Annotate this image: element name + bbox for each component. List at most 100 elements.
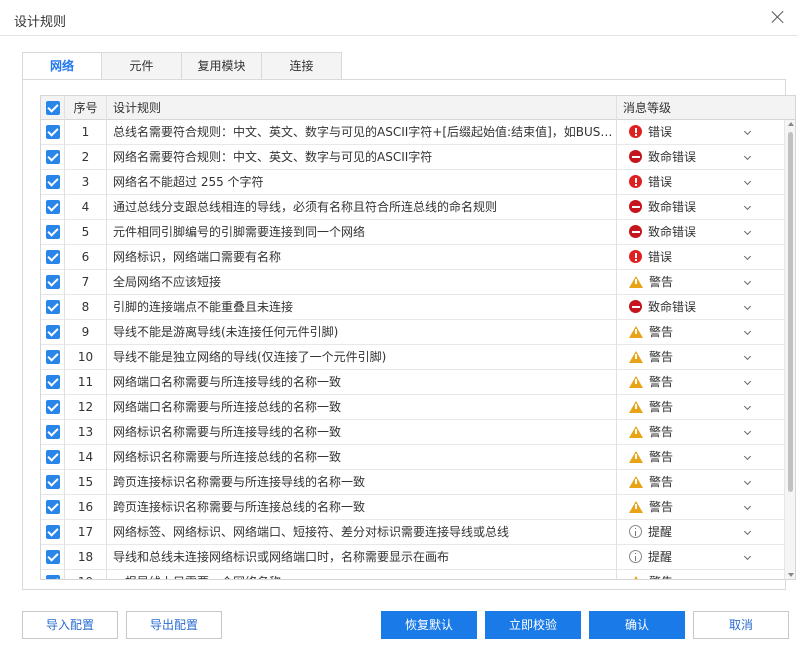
level-select[interactable]: 错误 <box>617 120 761 145</box>
warning-icon <box>629 575 643 579</box>
tab-connection[interactable]: 连接 <box>262 52 342 80</box>
table-row[interactable]: 8 引脚的连接端点不能重叠且未连接 致命错误 <box>41 295 795 320</box>
level-select[interactable]: 警告 <box>617 270 761 295</box>
chevron-down-icon[interactable] <box>743 170 753 195</box>
select-all-checkbox[interactable] <box>45 100 60 115</box>
row-checkbox[interactable] <box>45 249 60 264</box>
row-rule: 导线不能是独立网络的导线(仅连接了一个元件引脚) <box>107 345 617 370</box>
level-select[interactable]: 致命错误 <box>617 145 761 170</box>
scroll-down-icon[interactable] <box>788 573 794 577</box>
level-select[interactable]: 警告 <box>617 495 761 520</box>
chevron-down-icon[interactable] <box>743 520 753 545</box>
table-row[interactable]: 13 网络标识名称需要与所连接导线的名称一致 警告 <box>41 420 795 445</box>
table-row[interactable]: 17 网络标签、网络标识、网络端口、短接符、差分对标识需要连接导线或总线 提醒 <box>41 520 795 545</box>
level-select[interactable]: 警告 <box>617 320 761 345</box>
tab-reuse-module[interactable]: 复用模块 <box>182 52 262 80</box>
row-checkbox[interactable] <box>45 274 60 289</box>
chevron-down-icon[interactable] <box>743 245 753 270</box>
row-checkbox[interactable] <box>45 474 60 489</box>
chevron-down-icon[interactable] <box>743 195 753 220</box>
chevron-down-icon[interactable] <box>743 545 753 570</box>
row-rule: 网络标识名称需要与所连接导线的名称一致 <box>107 420 617 445</box>
table-row[interactable]: 7 全局网络不应该短接 警告 <box>41 270 795 295</box>
table-row[interactable]: 2 网络名需要符合规则：中文、英文、数字与可见的ASCII字符 致命错误 <box>41 145 795 170</box>
table-row[interactable]: 14 网络标识名称需要与所连接总线的名称一致 警告 <box>41 445 795 470</box>
row-checkbox[interactable] <box>45 399 60 414</box>
vertical-scrollbar[interactable] <box>784 120 795 579</box>
chevron-down-icon[interactable] <box>743 570 753 579</box>
table-row[interactable]: 10 导线不能是独立网络的导线(仅连接了一个元件引脚) 警告 <box>41 345 795 370</box>
chevron-down-icon[interactable] <box>743 320 753 345</box>
row-checkbox[interactable] <box>45 549 60 564</box>
chevron-down-icon[interactable] <box>743 395 753 420</box>
chevron-down-icon[interactable] <box>743 345 753 370</box>
table-row[interactable]: 18 导线和总线未连接网络标识或网络端口时，名称需要显示在画布 提醒 <box>41 545 795 570</box>
chevron-down-icon[interactable] <box>743 295 753 320</box>
design-rules-dialog: 设计规则 网络 元件 复用模块 连接 序号 设计规则 消息等级 1 总线名需要符合… <box>0 0 798 653</box>
level-select[interactable]: 警告 <box>617 420 761 445</box>
level-select[interactable]: 致命错误 <box>617 295 761 320</box>
tab-component[interactable]: 元件 <box>102 52 182 80</box>
level-select[interactable]: 提醒 <box>617 520 761 545</box>
scroll-thumb[interactable] <box>788 132 793 492</box>
table-row[interactable]: 5 元件相同引脚编号的引脚需要连接到同一个网络 致命错误 <box>41 220 795 245</box>
row-checkbox[interactable] <box>45 224 60 239</box>
row-seq: 16 <box>65 495 107 520</box>
table-row[interactable]: 1 总线名需要符合规则：中文、英文、数字与可见的ASCII字符+[后缀起始值:结束… <box>41 120 795 145</box>
scroll-up-icon[interactable] <box>788 122 794 126</box>
level-select[interactable]: 警告 <box>617 445 761 470</box>
table-row[interactable]: 16 跨页连接标识名称需要与所连接总线的名称一致 警告 <box>41 495 795 520</box>
restore-default-button[interactable]: 恢复默认 <box>381 611 477 639</box>
level-select[interactable]: 警告 <box>617 370 761 395</box>
chevron-down-icon[interactable] <box>743 370 753 395</box>
row-seq: 3 <box>65 170 107 195</box>
chevron-down-icon[interactable] <box>743 270 753 295</box>
table-row[interactable]: 12 网络端口名称需要与所连接总线的名称一致 警告 <box>41 395 795 420</box>
cancel-button[interactable]: 取消 <box>693 611 789 639</box>
row-checkbox[interactable] <box>45 374 60 389</box>
row-checkbox[interactable] <box>45 524 60 539</box>
chevron-down-icon[interactable] <box>743 220 753 245</box>
table-row[interactable]: 15 跨页连接标识名称需要与所连接导线的名称一致 警告 <box>41 470 795 495</box>
table-row[interactable]: 19一根导线上只需要一个网络名称 警告 <box>41 570 795 579</box>
validate-now-button[interactable]: 立即校验 <box>485 611 581 639</box>
chevron-down-icon[interactable] <box>743 120 753 145</box>
chevron-down-icon[interactable] <box>743 145 753 170</box>
level-select[interactable]: 错误 <box>617 245 761 270</box>
table-row[interactable]: 6 网络标识，网络端口需要有名称 错误 <box>41 245 795 270</box>
export-config-button[interactable]: 导出配置 <box>126 611 222 639</box>
row-checkbox[interactable] <box>45 324 60 339</box>
row-rule: 网络名需要符合规则：中文、英文、数字与可见的ASCII字符 <box>107 145 617 170</box>
level-select[interactable]: 致命错误 <box>617 195 761 220</box>
row-checkbox[interactable] <box>45 174 60 189</box>
chevron-down-icon[interactable] <box>743 495 753 520</box>
chevron-down-icon[interactable] <box>743 470 753 495</box>
level-select[interactable]: 警告 <box>617 470 761 495</box>
level-select[interactable]: 警告 <box>617 345 761 370</box>
level-select[interactable]: 警告 <box>617 395 761 420</box>
row-checkbox[interactable] <box>45 449 60 464</box>
table-row[interactable]: 11 网络端口名称需要与所连接导线的名称一致 警告 <box>41 370 795 395</box>
ok-button[interactable]: 确认 <box>589 611 685 639</box>
level-select[interactable]: 致命错误 <box>617 220 761 245</box>
level-select[interactable]: 提醒 <box>617 545 761 570</box>
row-checkbox[interactable] <box>45 349 60 364</box>
chevron-down-icon[interactable] <box>743 420 753 445</box>
row-checkbox[interactable] <box>45 299 60 314</box>
row-checkbox[interactable] <box>45 199 60 214</box>
table-row[interactable]: 3 网络名不能超过 255 个字符 错误 <box>41 170 795 195</box>
row-checkbox[interactable] <box>45 124 60 139</box>
level-select[interactable]: 警告 <box>617 570 761 579</box>
chevron-down-icon[interactable] <box>743 445 753 470</box>
row-checkbox[interactable] <box>45 149 60 164</box>
table-row[interactable]: 4 通过总线分支跟总线相连的导线，必须有名称且符合所连总线的命名规则 致命错误 <box>41 195 795 220</box>
close-icon[interactable] <box>770 9 786 25</box>
row-checkbox[interactable] <box>45 424 60 439</box>
level-select[interactable]: 错误 <box>617 170 761 195</box>
table-row[interactable]: 9 导线不能是游离导线(未连接任何元件引脚) 警告 <box>41 320 795 345</box>
import-config-button[interactable]: 导入配置 <box>22 611 118 639</box>
row-checkbox[interactable] <box>45 499 60 514</box>
header-rule: 设计规则 <box>107 96 617 120</box>
tab-network[interactable]: 网络 <box>22 52 102 80</box>
row-checkbox[interactable] <box>45 574 60 579</box>
